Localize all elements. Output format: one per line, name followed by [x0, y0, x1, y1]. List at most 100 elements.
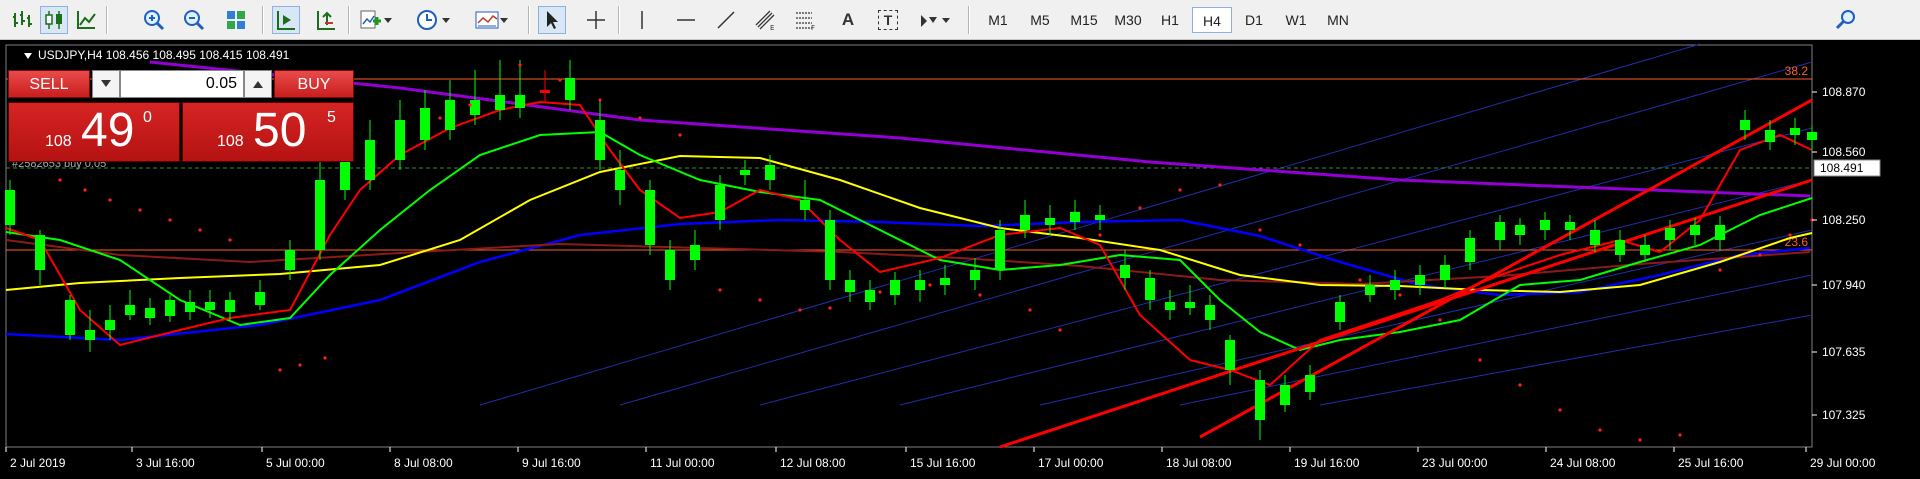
sar-dot [638, 116, 642, 120]
one-click-trading-panel: SELL BUY 108 49 0 108 50 5 [8, 70, 354, 162]
time-tick-label: 23 Jul 00:00 [1422, 456, 1488, 470]
sar-dot [323, 356, 327, 360]
candle-body [1365, 285, 1375, 295]
candle-body [205, 302, 215, 310]
timeframe-h1[interactable]: H1 [1150, 7, 1190, 33]
trendline-button[interactable] [712, 6, 740, 34]
candle-body [420, 108, 430, 140]
sar-dot [1788, 233, 1792, 237]
time-tick-label: 8 Jul 08:00 [394, 456, 453, 470]
zoom-out-button[interactable] [180, 6, 208, 34]
templates-button[interactable] [472, 6, 512, 34]
candle-body [395, 120, 405, 160]
auto-scroll-button[interactable] [272, 6, 300, 34]
bar-chart-button[interactable] [8, 6, 36, 34]
tile-windows-button[interactable] [222, 6, 250, 34]
symbol-ohlc: USDJPY,H4 108.456 108.495 108.415 108.49… [38, 48, 290, 62]
text-label-button[interactable]: T [874, 6, 902, 34]
zoom-in-button[interactable] [140, 6, 168, 34]
sell-price-box[interactable]: 108 49 0 [8, 102, 180, 162]
sar-dot [138, 208, 142, 212]
sar-dot [718, 288, 722, 292]
equidistant-channel-icon: E [755, 10, 775, 31]
time-tick-label: 24 Jul 08:00 [1550, 456, 1616, 470]
lot-increase-button[interactable] [244, 70, 272, 98]
equidistant-channel-button[interactable]: E [752, 6, 780, 34]
timeframe-w1[interactable]: W1 [1276, 7, 1316, 33]
candle-body [615, 170, 625, 190]
zoom-out-icon [184, 10, 205, 31]
timeframe-mn[interactable]: MN [1318, 7, 1358, 33]
trendline-icon [717, 11, 735, 29]
buy-button[interactable]: BUY [274, 70, 354, 98]
price-tick-label: 107.635 [1822, 345, 1866, 359]
sar-dot [1098, 233, 1102, 237]
candle-body [495, 95, 505, 110]
fan-line [479, 43, 1701, 406]
main-toolbar: E F A T M1 M5 M15 M30 H1 H4 D1 W1 MN [0, 0, 1920, 40]
candle-body [1790, 128, 1800, 135]
timeframe-m1[interactable]: M1 [978, 7, 1018, 33]
time-tick-label: 29 Jul 00:00 [1810, 456, 1876, 470]
sar-dot [1518, 383, 1522, 387]
crosshair-button[interactable] [582, 6, 610, 34]
sar-dot [1598, 428, 1602, 432]
line-chart-button[interactable] [72, 6, 100, 34]
fibonacci-button[interactable]: F [792, 6, 820, 34]
buy-price-prefix: 108 [217, 133, 244, 150]
periods-button[interactable] [414, 6, 454, 34]
buy-price-box[interactable]: 108 50 5 [182, 102, 354, 162]
time-tick-label: 5 Jul 00:00 [266, 456, 325, 470]
toolbar-separator [106, 6, 108, 34]
candlestick-icon [45, 11, 62, 29]
candle-body [1440, 265, 1450, 280]
ma-green [5, 130, 1813, 352]
timeframe-m30[interactable]: M30 [1108, 7, 1148, 33]
candle-body [1335, 302, 1345, 322]
time-tick-label: 3 Jul 16:00 [136, 456, 195, 470]
vertical-line-button[interactable] [628, 6, 656, 34]
search-button[interactable] [1832, 6, 1860, 34]
sar-dot [1718, 268, 1722, 272]
triangle-up-icon [253, 81, 263, 88]
timeframe-d1[interactable]: D1 [1234, 7, 1274, 33]
arrows-button[interactable] [914, 6, 954, 34]
text-button[interactable]: A [834, 6, 862, 34]
sell-button[interactable]: SELL [8, 70, 90, 98]
candlestick-button[interactable] [40, 6, 68, 34]
lot-decrease-button[interactable] [92, 70, 120, 98]
candle-body [1165, 302, 1175, 310]
sar-dot [1638, 438, 1642, 442]
crosshair-icon [587, 11, 605, 29]
cursor-button[interactable] [538, 6, 566, 34]
lot-size-input[interactable] [120, 70, 244, 98]
indicators-button[interactable] [356, 6, 396, 34]
candle-body [1465, 238, 1475, 262]
sar-dot [598, 98, 602, 102]
sar-dot [1178, 188, 1182, 192]
horizontal-line-button[interactable] [672, 6, 700, 34]
collapse-triangle-icon[interactable] [24, 52, 32, 59]
fan-line [759, 127, 1813, 406]
sar-dot [468, 103, 472, 107]
chart-shift-button[interactable] [312, 6, 340, 34]
sar-dot [228, 238, 232, 242]
sar-dot [928, 283, 932, 287]
sar-dot [828, 306, 832, 310]
candle-body [1225, 340, 1235, 370]
sar-dot [878, 290, 882, 294]
sar-dot [1558, 408, 1562, 412]
candle-body [445, 100, 455, 130]
timeframe-m15[interactable]: M15 [1062, 7, 1106, 33]
text-label-icon: T [878, 10, 898, 30]
timeframe-h4[interactable]: H4 [1192, 7, 1232, 33]
candle-body [365, 140, 375, 180]
time-tick-label: 25 Jul 16:00 [1678, 456, 1744, 470]
candle-body [1615, 240, 1625, 255]
candle-body [800, 200, 810, 210]
sar-dot [58, 178, 62, 182]
sar-dot [1138, 206, 1142, 210]
timeframe-m5[interactable]: M5 [1020, 7, 1060, 33]
price-tick-label: 107.940 [1822, 278, 1866, 292]
candle-body [185, 302, 195, 312]
